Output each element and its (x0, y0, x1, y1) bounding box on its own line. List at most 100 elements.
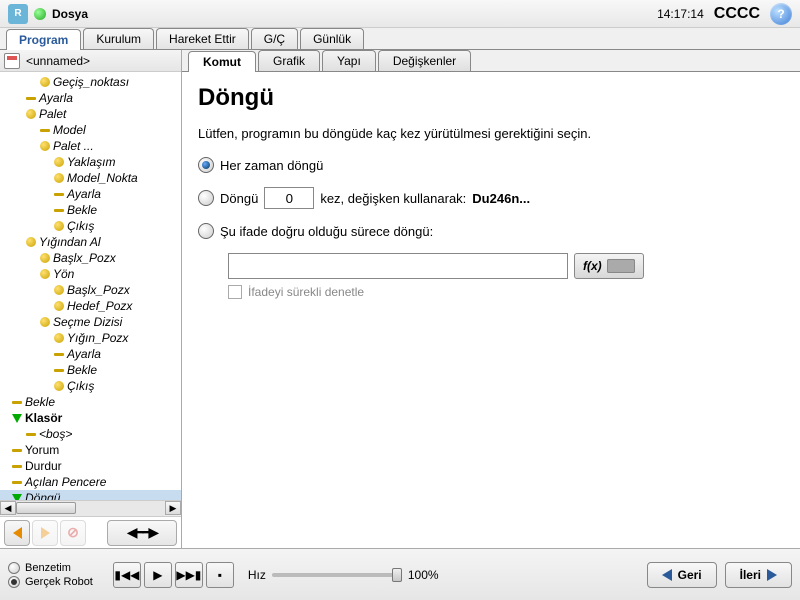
tree-item[interactable]: Yığından Al (0, 234, 181, 250)
tree-item-label: Model (53, 123, 86, 137)
radio-loop-expr[interactable] (198, 223, 214, 239)
tree-item[interactable]: Yığın_Pozx (0, 330, 181, 346)
tree-item[interactable]: Çıkış (0, 218, 181, 234)
tree-item[interactable]: Geçiş_noktası (0, 74, 181, 90)
tree-item-label: Ayarla (39, 91, 73, 105)
tree-item[interactable]: Ayarla (0, 90, 181, 106)
radio-loop-always-label: Her zaman döngü (220, 158, 323, 173)
tree-item[interactable]: Palet ... (0, 138, 181, 154)
tree-item[interactable]: Başlx_Pozx (0, 250, 181, 266)
tree-bullet-icon (12, 465, 22, 468)
move-buttons[interactable]: ◀━━▶ (107, 520, 177, 546)
speed-label: Hız (248, 568, 266, 582)
sub-tab-grafik[interactable]: Grafik (258, 50, 320, 71)
radio-real-robot-label: Gerçek Robot (25, 576, 93, 588)
delete-button[interactable]: ⊘ (60, 520, 86, 546)
tree-item[interactable]: Yön (0, 266, 181, 282)
next-button[interactable]: İleri (725, 562, 792, 588)
scroll-right-icon[interactable]: ▶ (165, 501, 181, 515)
program-name: <unnamed> (26, 54, 90, 68)
tree-bullet-icon (40, 77, 50, 87)
tree-bullet-icon (26, 237, 36, 247)
help-button[interactable]: ? (770, 3, 792, 25)
menu-file[interactable]: Dosya (52, 7, 88, 21)
clock: 14:17:14 (657, 7, 704, 21)
tree-item[interactable]: Çıkış (0, 378, 181, 394)
tree-item-label: Seçme Dizisi (53, 315, 122, 329)
expression-editor-button[interactable]: f(x) (574, 253, 644, 279)
tree-bullet-icon (54, 285, 64, 295)
save-icon[interactable] (4, 53, 20, 69)
tree-bullet-icon (54, 369, 64, 372)
loop-count-mid: kez, değişken kullanarak: (320, 191, 466, 206)
tree-item[interactable]: Bekle (0, 394, 181, 410)
tree-item-label: Çıkış (67, 379, 94, 393)
tree-item[interactable]: Durdur (0, 458, 181, 474)
tree-bullet-icon (40, 269, 50, 279)
tree-bullet-icon (54, 209, 64, 212)
tree-item[interactable]: Bekle (0, 202, 181, 218)
tree-bullet-icon (12, 414, 22, 423)
tree-hscroll[interactable]: ◀ ▶ (0, 500, 181, 516)
tree-item[interactable]: Seçme Dizisi (0, 314, 181, 330)
tree-item-label: Açılan Pencere (25, 475, 106, 489)
radio-loop-always[interactable] (198, 157, 214, 173)
sub-tab-değişkenler[interactable]: Değişkenler (378, 50, 471, 71)
back-button[interactable]: Geri (647, 562, 717, 588)
arrow-right-icon (767, 569, 777, 581)
tree-item-label: <boş> (39, 427, 72, 441)
tree-item[interactable]: Başlx_Pozx (0, 282, 181, 298)
tree-item[interactable]: Ayarla (0, 186, 181, 202)
scroll-left-icon[interactable]: ◀ (0, 501, 16, 515)
rewind-button[interactable]: ▮◀◀ (113, 562, 141, 588)
radio-real-robot[interactable] (8, 576, 20, 588)
redo-button[interactable] (32, 520, 58, 546)
tree-item[interactable]: Bekle (0, 362, 181, 378)
speed-value: 100% (408, 568, 439, 582)
tree-bullet-icon (26, 433, 36, 436)
main-tab-g/ç[interactable]: G/Ç (251, 28, 298, 49)
radio-simulation[interactable] (8, 562, 20, 574)
tree-item[interactable]: Model_Nokta (0, 170, 181, 186)
tree-item-label: Bekle (25, 395, 55, 409)
tree-item[interactable]: Klasör (0, 410, 181, 426)
tree-item[interactable]: Model (0, 122, 181, 138)
tree-item[interactable]: Ayarla (0, 346, 181, 362)
main-tab-günlük[interactable]: Günlük (300, 28, 364, 49)
main-tab-hareket ettir[interactable]: Hareket Ettir (156, 28, 249, 49)
tree-item-label: Yön (53, 267, 74, 281)
tree-item[interactable]: Palet (0, 106, 181, 122)
radio-loop-expr-label: Şu ifade doğru olduğu sürece döngü: (220, 224, 433, 239)
tree-item[interactable]: Yaklaşım (0, 154, 181, 170)
tree-item-label: Çıkış (67, 219, 94, 233)
stop-button[interactable]: ▪ (206, 562, 234, 588)
forward-button[interactable]: ▶▶▮ (175, 562, 203, 588)
sub-tab-yapı[interactable]: Yapı (322, 50, 376, 71)
tree-item[interactable]: Hedef_Pozx (0, 298, 181, 314)
loop-count-pre: Döngü (220, 191, 258, 206)
radio-simulation-label: Benzetim (25, 562, 71, 574)
loop-count-input[interactable] (264, 187, 314, 209)
tree-item[interactable]: Yorum (0, 442, 181, 458)
play-button[interactable]: ▶ (144, 562, 172, 588)
main-tab-program[interactable]: Program (6, 29, 81, 50)
radio-loop-count[interactable] (198, 190, 214, 206)
tree-item[interactable]: Döngü (0, 490, 181, 500)
tree-item[interactable]: Açılan Pencere (0, 474, 181, 490)
tree-bullet-icon (54, 173, 64, 183)
expression-input[interactable] (228, 253, 568, 279)
program-tree[interactable]: Geçiş_noktasıAyarlaPaletModelPalet ...Ya… (0, 72, 181, 500)
tree-item-label: Bekle (67, 363, 97, 377)
undo-button[interactable] (4, 520, 30, 546)
tree-bullet-icon (54, 221, 64, 231)
tree-item[interactable]: <boş> (0, 426, 181, 442)
tree-item-label: Palet (39, 107, 66, 121)
panel-title: Döngü (198, 84, 784, 112)
tree-bullet-icon (54, 353, 64, 356)
check-continuous[interactable] (228, 285, 242, 299)
tree-bullet-icon (54, 193, 64, 196)
sub-tab-komut[interactable]: Komut (188, 51, 256, 72)
tree-item-label: Döngü (25, 491, 60, 500)
main-tab-kurulum[interactable]: Kurulum (83, 28, 154, 49)
speed-slider[interactable] (272, 573, 402, 577)
